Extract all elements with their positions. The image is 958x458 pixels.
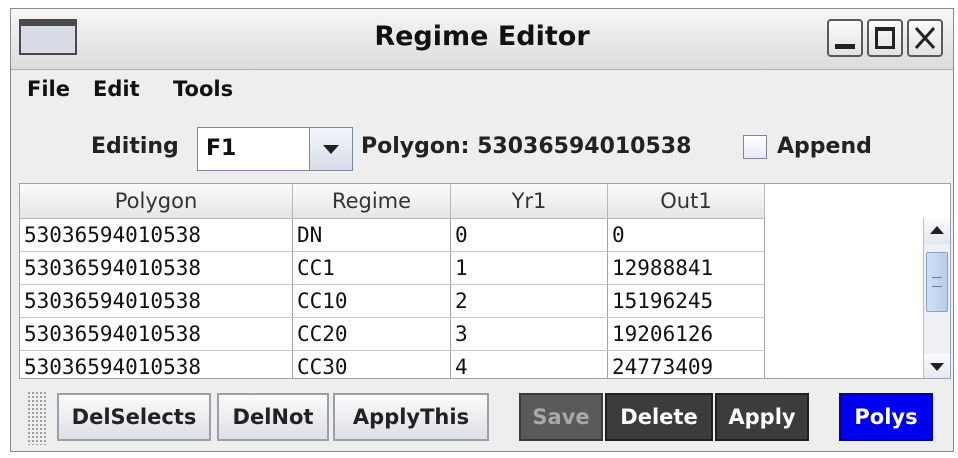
cell-regime[interactable]: CC20	[292, 317, 451, 351]
regime-table: Polygon Regime Yr1 Out1 53036594010538 D…	[19, 183, 951, 379]
cell-yr1[interactable]: 4	[450, 350, 608, 378]
column-header-regime[interactable]: Regime	[292, 184, 451, 219]
bottom-toolbar: DelSelects DelNot ApplyThis Save Delete …	[11, 385, 953, 451]
cell-yr1[interactable]: 1	[450, 251, 608, 285]
cell-polygon[interactable]: 53036594010538	[20, 251, 293, 285]
column-header-polygon[interactable]: Polygon	[20, 184, 293, 219]
cell-regime[interactable]: DN	[292, 218, 451, 252]
table-header-row: Polygon Regime Yr1 Out1	[20, 184, 765, 219]
table-row[interactable]: 53036594010538 CC30 4 24773409	[20, 350, 765, 378]
scrollbar-thumb[interactable]	[926, 252, 948, 312]
polys-button[interactable]: Polys	[839, 393, 933, 441]
cell-polygon[interactable]: 53036594010538	[20, 317, 293, 351]
close-icon[interactable]	[907, 19, 943, 57]
menu-file[interactable]: File	[27, 77, 70, 101]
cell-out1[interactable]: 19206126	[607, 317, 765, 351]
maximize-icon[interactable]	[867, 19, 903, 57]
table-row[interactable]: 53036594010538 CC10 2 15196245	[20, 284, 765, 318]
menu-tools[interactable]: Tools	[173, 77, 233, 101]
save-button[interactable]: Save	[519, 393, 603, 441]
window-title: Regime Editor	[374, 21, 590, 52]
table-row[interactable]: 53036594010538 CC20 3 19206126	[20, 317, 765, 351]
editing-row: Editing F1 Polygon: 53036594010538 Appen…	[11, 117, 953, 177]
title-bar[interactable]: Regime Editor	[11, 9, 953, 70]
cell-polygon[interactable]: 53036594010538	[20, 218, 293, 252]
table-row[interactable]: 53036594010538 DN 0 0	[20, 218, 765, 252]
regime-editor-window: Regime Editor File Edit Tools Editing F1…	[10, 8, 954, 452]
cell-out1[interactable]: 0	[607, 218, 765, 252]
editing-select[interactable]: F1	[197, 127, 353, 171]
polygon-label: Polygon: 53036594010538	[361, 134, 692, 159]
menu-edit[interactable]: Edit	[93, 77, 140, 101]
editing-select-value: F1	[206, 136, 237, 161]
apply-button[interactable]: Apply	[715, 393, 809, 441]
cell-regime[interactable]: CC10	[292, 284, 451, 318]
delete-button[interactable]: Delete	[605, 393, 713, 441]
toolbar-grip-handle[interactable]	[27, 391, 47, 445]
cell-out1[interactable]: 24773409	[607, 350, 765, 378]
cell-yr1[interactable]: 3	[450, 317, 608, 351]
cell-yr1[interactable]: 0	[450, 218, 608, 252]
cell-regime[interactable]: CC1	[292, 251, 451, 285]
append-checkbox[interactable]	[743, 135, 767, 159]
menu-bar: File Edit Tools	[11, 69, 953, 109]
delselects-button[interactable]: DelSelects	[57, 393, 211, 441]
scroll-up-arrow-icon[interactable]	[924, 218, 950, 244]
scroll-down-arrow-icon[interactable]	[924, 354, 950, 378]
cell-out1[interactable]: 12988841	[607, 251, 765, 285]
applythis-button[interactable]: ApplyThis	[333, 393, 489, 441]
delnot-button[interactable]: DelNot	[217, 393, 329, 441]
minimize-icon[interactable]	[827, 19, 863, 57]
table-row[interactable]: 53036594010538 CC1 1 12988841	[20, 251, 765, 285]
table-scrollbar[interactable]	[923, 218, 950, 378]
close-x-glyph	[914, 26, 936, 50]
column-header-out1[interactable]: Out1	[607, 184, 765, 219]
editing-label: Editing	[91, 134, 179, 159]
column-header-yr1[interactable]: Yr1	[450, 184, 608, 219]
cell-regime[interactable]: CC30	[292, 350, 451, 378]
append-label[interactable]: Append	[777, 134, 872, 159]
chevron-down-icon[interactable]	[309, 128, 352, 170]
cell-polygon[interactable]: 53036594010538	[20, 350, 293, 378]
cell-yr1[interactable]: 2	[450, 284, 608, 318]
cell-polygon[interactable]: 53036594010538	[20, 284, 293, 318]
cell-out1[interactable]: 15196245	[607, 284, 765, 318]
